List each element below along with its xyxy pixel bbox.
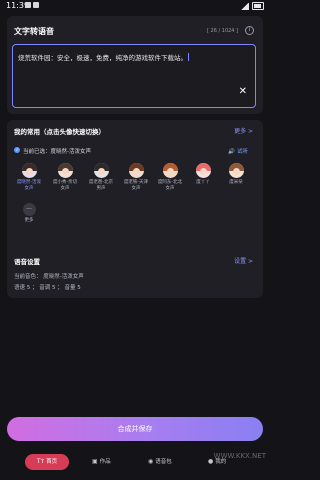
selected-row: ✓ 当前已选：度晓然-活泼女声 🔊 试听 [14,147,254,155]
signal-icon [241,2,249,10]
avatar-face [199,168,207,175]
voice-item[interactable]: 度丫丫 [189,163,217,186]
avatar-face [132,168,140,175]
nav-voice-pack[interactable]: ◉ 语音包 [148,454,172,470]
voice-label: 度晓然-活泼女声 [16,180,42,191]
text-caret [188,53,189,61]
more-voices-label: 更多 [24,218,34,223]
voice-item[interactable]: 度老铁-天津女声 [122,163,150,192]
voice-params-text: 语速 5 ； 音调 5 ； 音量 5 [14,285,81,291]
synthesize-save-button[interactable]: 合成并保存 [7,417,263,441]
voice-avatar [93,163,109,178]
voice-pack-icon: ◉ [148,458,154,465]
works-icon: ▣ [92,458,98,465]
ellipsis-icon: ... [22,203,36,216]
favorites-title: 我的常用（点击头像快速切换） [14,128,105,136]
current-voice-text: 当前音色： 度晓然-活泼女声 [14,274,84,280]
settings-link[interactable]: 设置 > [234,256,253,265]
voice-avatar [57,163,73,178]
avatar-face [232,168,240,175]
voice-label: 度老爸-北京男声 [88,180,114,191]
status-right [241,2,264,10]
tts-title: 文字转语音 [14,27,54,36]
check-icon: ✓ [14,147,20,153]
voice-item[interactable]: 度晓然-活泼女声 [15,163,43,192]
voice-settings-title: 语音设置 [14,258,40,266]
favorites-card: 我的常用（点击头像快速切换） 更多 > ✓ 当前已选：度晓然-活泼女声 🔊 试听… [7,120,263,260]
nav-home-label: 首页 [46,459,58,465]
speaker-icon: 🔊 [228,149,236,155]
voice-item[interactable]: 度阿东-北北女声 [156,163,184,192]
voice-avatar [21,163,37,178]
listen-button[interactable]: 🔊 试听 [228,147,248,155]
voice-label: 度米朵 [229,180,243,185]
notification-icon [33,2,39,8]
selected-voice-text: 当前已选：度晓然-活泼女声 [23,149,91,155]
voice-avatar [162,163,178,178]
nav-voice-pack-label: 语音包 [155,459,172,465]
voice-avatar [128,163,144,178]
nav-works-label: 作品 [99,459,111,465]
battery-icon [252,2,264,10]
info-icon[interactable]: i [245,26,254,35]
avatar-face [97,168,105,175]
char-counter: [ 26 / 1024 ] [207,28,239,34]
tts-card: 文字转语音 [ 26 / 1024 ] i 烧荒软件园：安全，极速，免费，纯净的… [7,16,263,114]
notification-icons [25,2,39,8]
listen-label: 试听 [236,149,248,155]
profile-icon: ● [208,458,214,465]
voice-avatar [228,163,244,178]
more-voices-item[interactable]: ... 更多 [15,203,43,224]
home-icon: Tт [36,458,45,465]
avatar-face [61,168,69,175]
voice-item[interactable]: 度老爸-北京男声 [87,163,115,192]
voice-label: 度丫丫 [196,180,210,185]
voice-item[interactable]: 度米朵 [222,163,250,186]
nav-works[interactable]: ▣ 作品 [92,454,111,470]
status-bar: 11:39 [0,0,270,14]
nav-home[interactable]: Tт 首页 [25,454,69,470]
voice-label: 度老铁-天津女声 [123,180,149,191]
voice-label: 度小秀-亲切女声 [52,180,78,191]
clear-icon[interactable]: ✕ [239,87,247,97]
more-voices-link[interactable]: 更多 > [234,126,253,135]
text-content: 烧荒软件园：安全，极速，免费，纯净的游戏软件下载站。 [18,53,248,63]
text-value: 烧荒软件园：安全，极速，免费，纯净的游戏软件下载站。 [18,54,187,62]
avatar-face [166,168,174,175]
avatar-face [25,168,33,175]
voice-avatar [195,163,211,178]
voice-item[interactable]: 度小秀-亲切女声 [51,163,79,192]
text-input[interactable]: 烧荒软件园：安全，极速，免费，纯净的游戏软件下载站。 ✕ [12,44,256,108]
voice-settings-card: 语音设置 设置 > 当前音色： 度晓然-活泼女声 语速 5 ； 音调 5 ； 音… [7,246,263,298]
watermark: WWW.KKX.NET [213,452,266,460]
notification-icon [25,2,31,8]
voice-label: 度阿东-北北女声 [157,180,183,191]
